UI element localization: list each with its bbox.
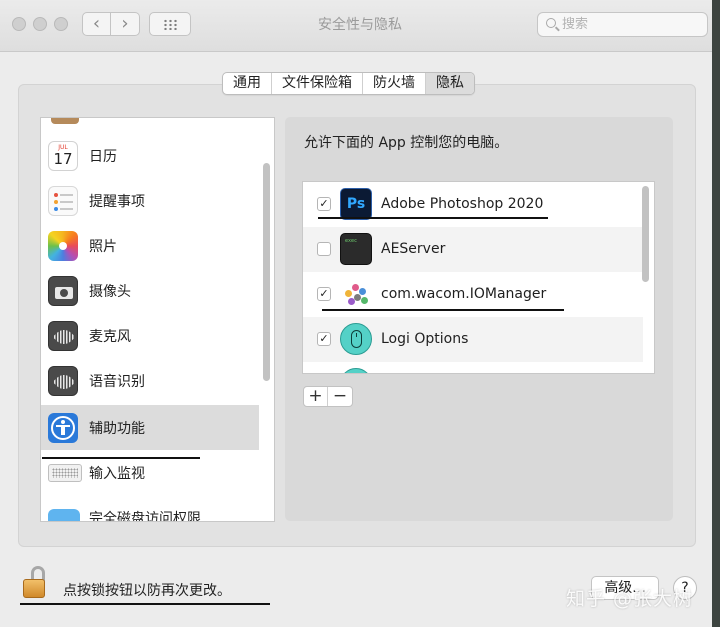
calendar-day: 17	[53, 150, 73, 168]
background-strip	[712, 0, 720, 627]
reminder-line	[60, 194, 73, 196]
reminders-icon	[48, 186, 78, 216]
app-name: com.wacom.IOManager	[381, 286, 547, 302]
sidebar-item-label: 语音识别	[89, 374, 145, 390]
logi-options-icon	[340, 323, 372, 355]
annotation-underline	[322, 309, 564, 311]
app-name: Adobe Photoshop 2020	[381, 196, 544, 212]
sidebar-item-label: 提醒事项	[89, 194, 145, 210]
app-checkbox[interactable]: ✓	[317, 287, 331, 301]
search-icon	[546, 18, 556, 28]
sidebar-item-calendar[interactable]: JUL 17 日历	[41, 133, 259, 178]
partial-icon	[51, 118, 79, 124]
sidebar-item-camera[interactable]: 摄像头	[41, 268, 259, 313]
wacom-icon	[340, 278, 372, 310]
wacom-dot	[345, 290, 352, 297]
calendar-icon: JUL 17	[48, 141, 78, 171]
mouse-glyph	[351, 330, 362, 348]
annotation-underline	[42, 457, 200, 459]
tab-general[interactable]: 通用	[223, 73, 272, 94]
lock-hint-text: 点按锁按钮以防再次更改。	[63, 583, 231, 599]
app-list[interactable]: ✓ Ps Adobe Photoshop 2020 exec AEServer …	[302, 181, 655, 374]
sidebar-item-label: 完全磁盘访问权限	[89, 511, 201, 522]
sidebar-item-speech-recognition[interactable]: 语音识别	[41, 358, 259, 403]
lock-icon[interactable]	[23, 566, 47, 600]
wacom-dot	[354, 294, 361, 301]
figure-head	[61, 420, 65, 424]
wacom-dot	[359, 288, 366, 295]
reminder-line	[60, 208, 73, 210]
sidebar-item-reminders[interactable]: 提醒事项	[41, 178, 259, 223]
figure-legs	[61, 426, 65, 435]
photoshop-icon: Ps	[340, 188, 372, 220]
speech-recognition-icon	[48, 366, 78, 396]
app-row-aeserver[interactable]: exec AEServer	[303, 227, 643, 272]
lock-body	[23, 579, 45, 598]
sidebar-item-label: 麦克风	[89, 329, 131, 345]
terminal-label: exec	[345, 238, 358, 244]
app-name: Logi Options	[381, 331, 469, 347]
sidebar-item-microphone[interactable]: 麦克风	[41, 313, 259, 358]
search-placeholder: 搜索	[562, 17, 589, 32]
search-field[interactable]: 搜索	[537, 12, 708, 37]
reminder-dot	[54, 207, 58, 211]
sidebar-scrollbar[interactable]	[263, 163, 270, 381]
partial-app-icon	[340, 368, 372, 373]
wacom-dot	[352, 284, 359, 291]
accessibility-icon	[48, 413, 78, 443]
sidebar-item-label: 摄像头	[89, 284, 131, 300]
photos-icon	[48, 231, 78, 261]
add-remove-control: + −	[303, 386, 353, 407]
tab-privacy[interactable]: 隐私	[426, 73, 474, 94]
sidebar-item-label: 照片	[89, 239, 117, 255]
sidebar-item-label: 日历	[89, 149, 117, 165]
waveform	[54, 330, 74, 344]
panel-description: 允许下面的 App 控制您的电脑。	[304, 135, 509, 151]
reminder-dot	[54, 200, 58, 204]
app-checkbox[interactable]: ✓	[317, 197, 331, 211]
sidebar-item-accessibility[interactable]: 辅助功能	[41, 405, 259, 450]
remove-app-button[interactable]: −	[328, 387, 352, 406]
microphone-icon	[48, 321, 78, 351]
sidebar-item-label: 输入监视	[89, 466, 145, 482]
camera-lens	[60, 289, 68, 297]
add-app-button[interactable]: +	[304, 387, 328, 406]
app-row-logi-options[interactable]: ✓ Logi Options	[303, 317, 643, 362]
privacy-category-list[interactable]: JUL 17 日历 提醒事项 照片 摄像头 麦克风 语音识别 辅助功能 输入监视…	[40, 117, 275, 522]
keyboard-icon	[48, 464, 82, 482]
title-bar: ‹ › 安全性与隐私 搜索	[0, 0, 720, 52]
wacom-dot	[361, 297, 368, 304]
app-list-scrollbar[interactable]	[642, 186, 649, 282]
reminder-dot	[54, 193, 58, 197]
app-checkbox[interactable]: ✓	[317, 332, 331, 346]
keyboard-keys	[52, 468, 78, 478]
camera-icon	[48, 276, 78, 306]
sidebar-item-photos[interactable]: 照片	[41, 223, 259, 268]
tab-bar: 通用 文件保险箱 防火墙 隐私	[222, 72, 475, 95]
app-checkbox[interactable]	[317, 242, 331, 256]
sidebar-item-label: 辅助功能	[89, 421, 145, 437]
sidebar-item-full-disk-access[interactable]: 完全磁盘访问权限	[41, 495, 259, 522]
waveform	[54, 375, 74, 389]
app-name: AEServer	[381, 241, 446, 257]
wacom-dot	[348, 298, 355, 305]
app-row-partial[interactable]	[303, 362, 643, 373]
annotation-underline	[318, 217, 548, 219]
terminal-icon: exec	[340, 233, 372, 265]
tab-firewall[interactable]: 防火墙	[363, 73, 426, 94]
annotation-underline	[20, 603, 270, 605]
tab-filevault[interactable]: 文件保险箱	[272, 73, 363, 94]
folder-icon	[48, 509, 80, 521]
watermark-text: 知乎 @张大树	[566, 588, 694, 610]
reminder-line	[60, 201, 73, 203]
app-row-photoshop[interactable]: ✓ Ps Adobe Photoshop 2020	[303, 182, 643, 227]
